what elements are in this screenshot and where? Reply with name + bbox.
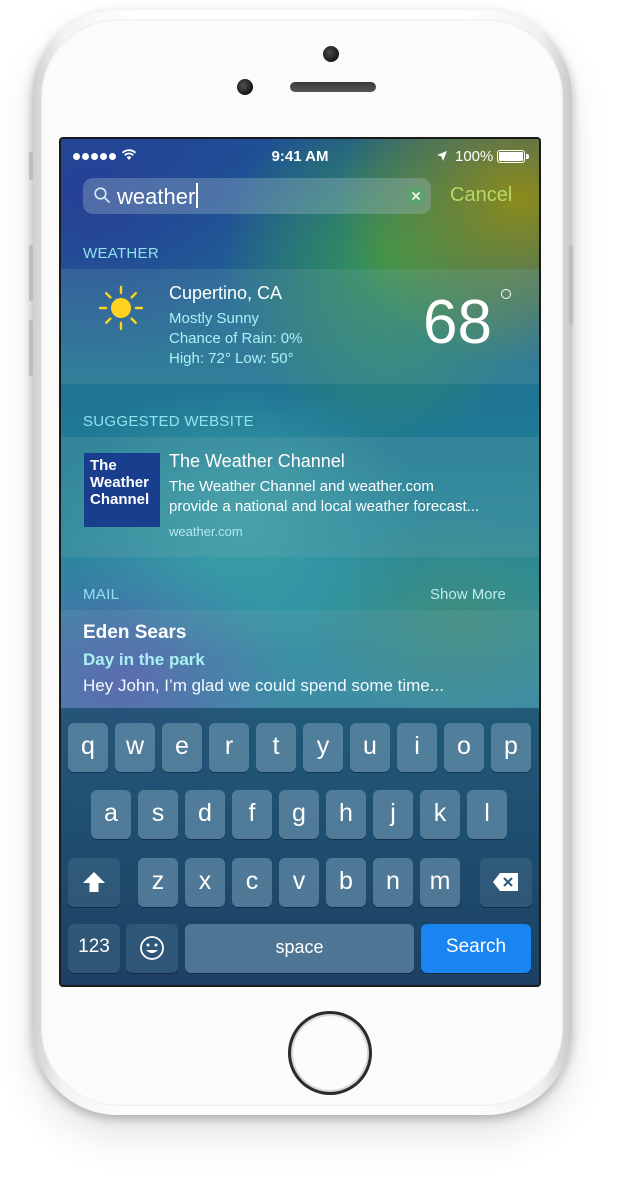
degree-symbol <box>501 289 511 299</box>
delete-key[interactable] <box>480 858 532 907</box>
key-w[interactable]: w <box>115 723 155 772</box>
key-r[interactable]: r <box>209 723 249 772</box>
key-x[interactable]: x <box>185 858 225 907</box>
sun-icon <box>98 285 144 331</box>
key-c[interactable]: c <box>232 858 272 907</box>
volume-down-button[interactable] <box>29 320 33 376</box>
show-more-link[interactable]: Show More <box>430 586 506 603</box>
search-icon <box>94 187 111 204</box>
key-o[interactable]: o <box>444 723 484 772</box>
key-b[interactable]: b <box>326 858 366 907</box>
key-a[interactable]: a <box>91 790 131 839</box>
key-d[interactable]: d <box>185 790 225 839</box>
mail-sender: Eden Sears <box>83 622 187 643</box>
website-title: The Weather Channel <box>169 451 345 471</box>
mute-switch[interactable] <box>29 152 33 180</box>
key-u[interactable]: u <box>350 723 390 772</box>
mail-subject: Day in the park <box>83 650 205 669</box>
cancel-button[interactable]: Cancel <box>450 184 512 207</box>
website-description-line2: provide a national and local weather for… <box>169 498 480 515</box>
key-f[interactable]: f <box>232 790 272 839</box>
earpiece-speaker <box>290 82 376 92</box>
website-url: weather.com <box>169 524 243 539</box>
text-cursor <box>196 183 199 208</box>
weather-rain-chance: Chance of Rain: 0% <box>169 330 303 347</box>
website-description-line1: The Weather Channel and weather.com <box>169 478 434 495</box>
weather-channel-logo: The Weather Channel <box>84 453 160 527</box>
logo-line: The <box>90 457 117 474</box>
delete-icon <box>493 873 518 891</box>
power-button[interactable] <box>569 245 573 325</box>
shift-key[interactable] <box>68 858 120 907</box>
shift-icon <box>83 872 105 892</box>
key-s[interactable]: s <box>138 790 178 839</box>
emoji-icon <box>140 936 164 960</box>
front-camera <box>237 79 253 95</box>
clear-icon[interactable] <box>407 187 425 205</box>
website-section-heading: SUGGESTED WEBSITE <box>83 413 254 430</box>
logo-line: Channel <box>90 491 150 508</box>
key-j[interactable]: j <box>373 790 413 839</box>
weather-city: Cupertino, CA <box>169 283 283 303</box>
key-z[interactable]: z <box>138 858 178 907</box>
key-g[interactable]: g <box>279 790 319 839</box>
logo-line: Weather <box>90 474 149 491</box>
status-bar: 9:41 AM 100% <box>61 139 539 173</box>
weather-condition: Mostly Sunny <box>169 310 260 327</box>
space-key[interactable]: space <box>185 924 414 973</box>
search-query: weather <box>117 183 199 210</box>
key-h[interactable]: h <box>326 790 366 839</box>
mail-preview: Hey John, I’m glad we could spend some t… <box>83 676 444 695</box>
location-icon <box>437 151 447 161</box>
search-key[interactable]: Search <box>421 924 531 973</box>
key-q[interactable]: q <box>68 723 108 772</box>
keyboard: q w e r t y u i o p a s d f g h j k l z … <box>61 708 539 985</box>
volume-up-button[interactable] <box>29 245 33 301</box>
key-n[interactable]: n <box>373 858 413 907</box>
key-v[interactable]: v <box>279 858 319 907</box>
key-i[interactable]: i <box>397 723 437 772</box>
key-t[interactable]: t <box>256 723 296 772</box>
key-y[interactable]: y <box>303 723 343 772</box>
key-m[interactable]: m <box>420 858 460 907</box>
key-p[interactable]: p <box>491 723 531 772</box>
mail-section-heading: MAIL <box>83 586 120 603</box>
key-l[interactable]: l <box>467 790 507 839</box>
numbers-key[interactable]: 123 <box>68 924 120 973</box>
proximity-sensor <box>323 46 339 62</box>
key-k[interactable]: k <box>420 790 460 839</box>
battery-icon <box>497 150 529 163</box>
screen: 9:41 AM 100% weather Cancel WEATHER Cupe… <box>61 139 539 985</box>
home-button[interactable] <box>288 1011 372 1095</box>
key-e[interactable]: e <box>162 723 202 772</box>
weather-section-heading: WEATHER <box>83 245 159 262</box>
search-input[interactable]: weather <box>83 178 431 214</box>
weather-high-low: High: 72° Low: 50° <box>169 350 294 367</box>
emoji-key[interactable] <box>126 924 178 973</box>
weather-temperature: 68 <box>423 288 492 357</box>
battery-percent: 100% <box>455 148 494 165</box>
